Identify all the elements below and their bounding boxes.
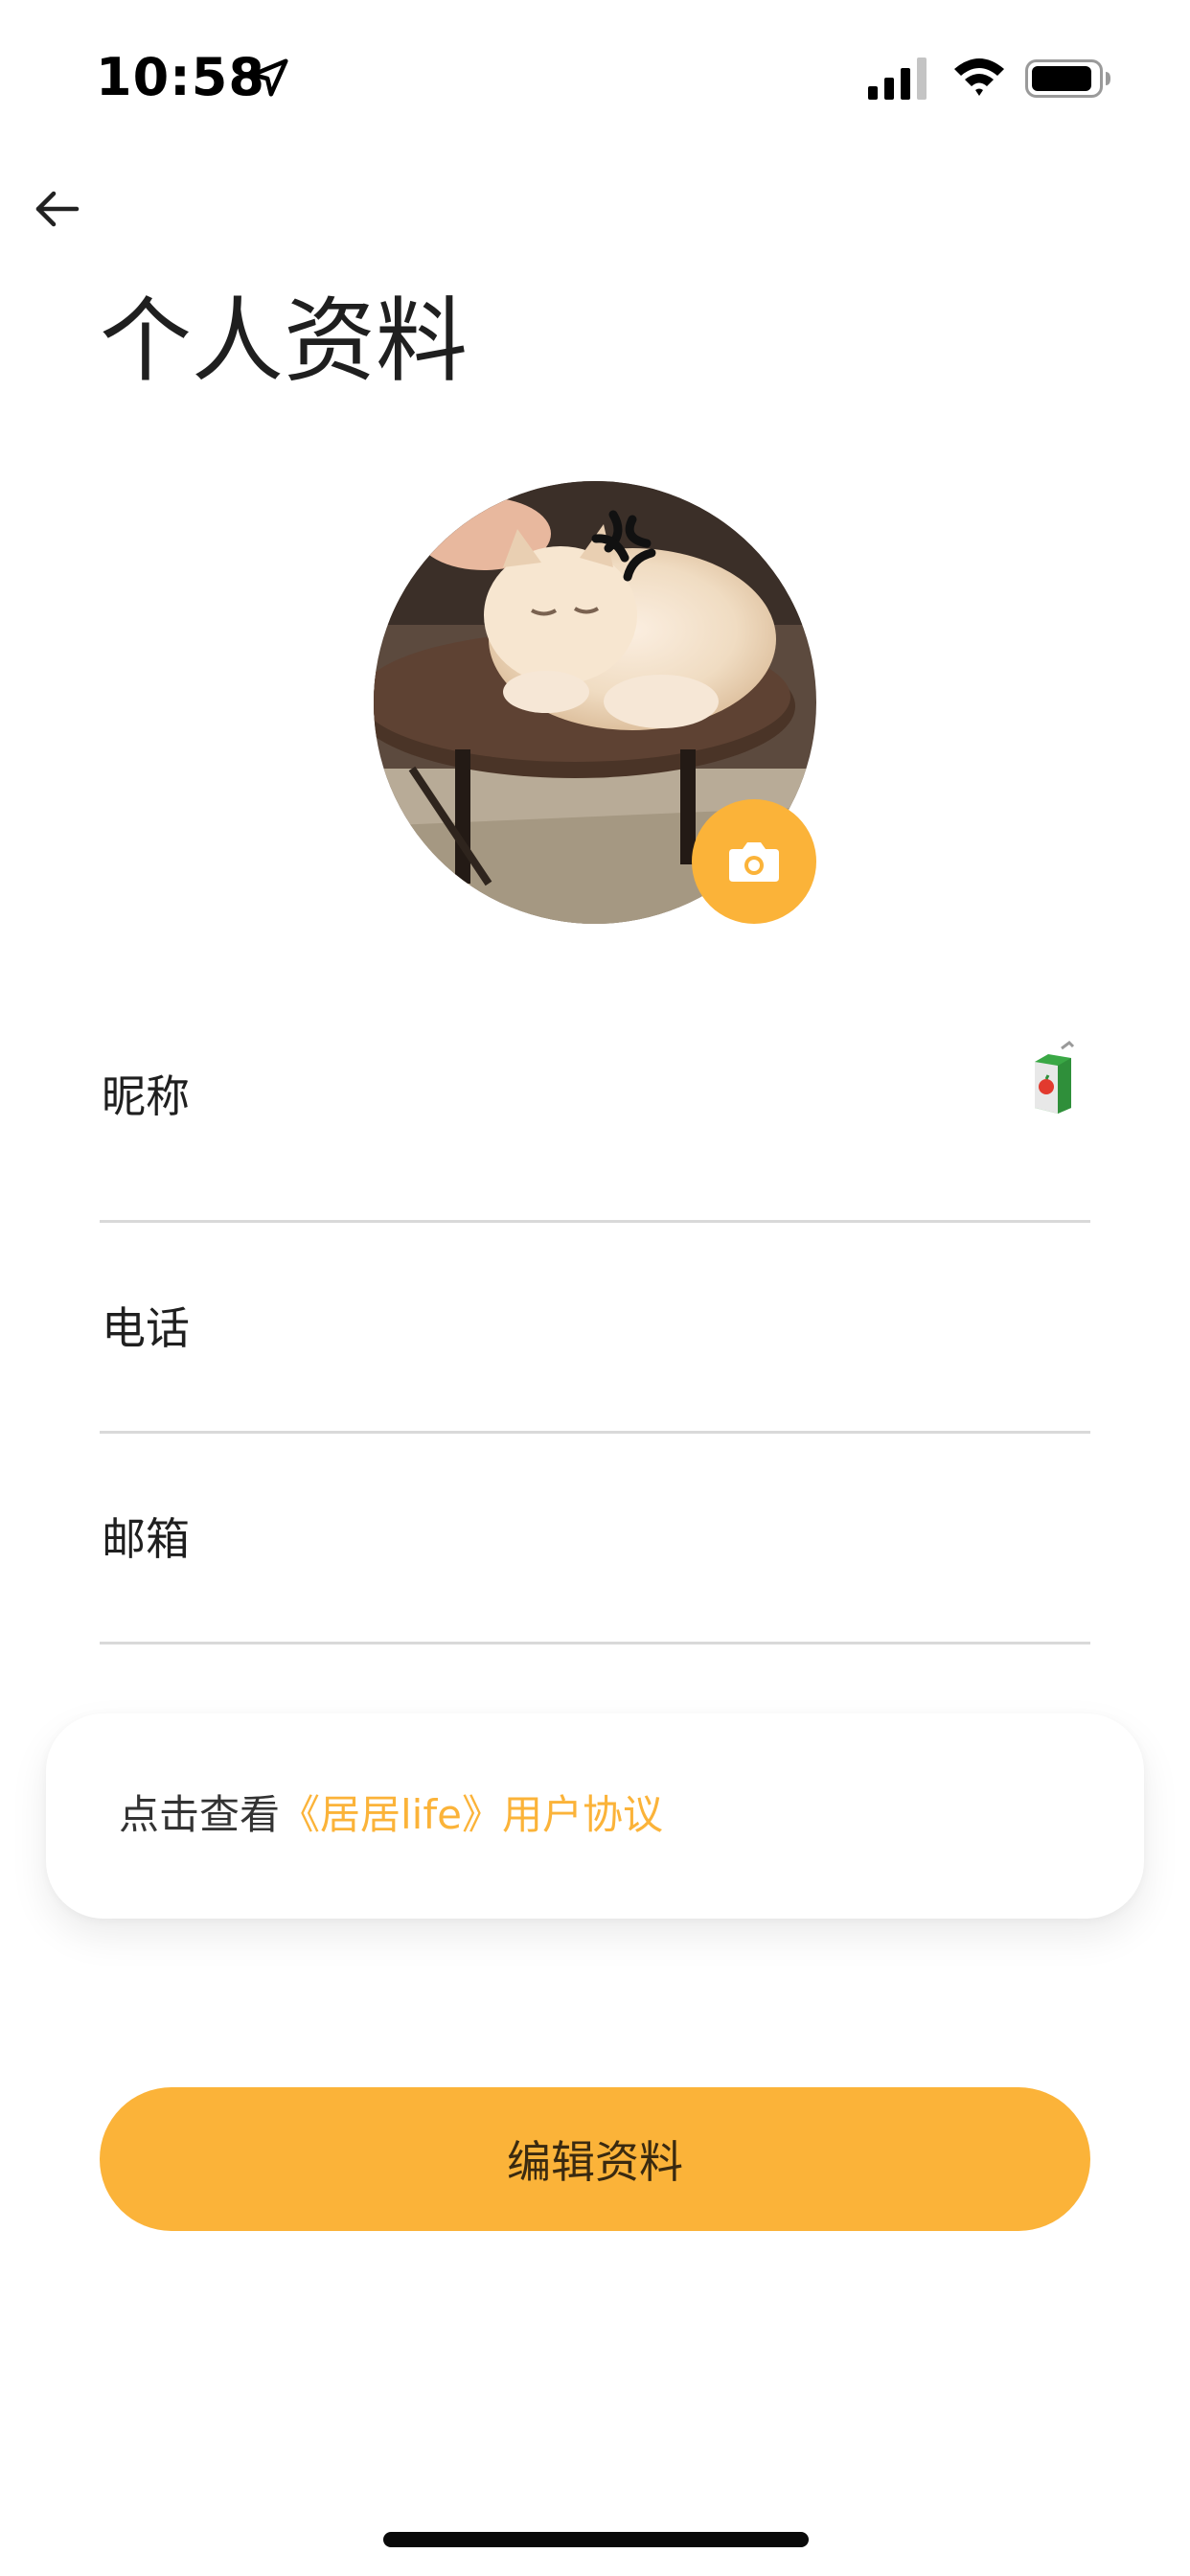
status-bar: 10:58 <box>0 0 1190 144</box>
arrow-left-icon <box>35 191 80 227</box>
phone-label: 电话 <box>102 1302 190 1354</box>
juice-box-emoji <box>1035 1041 1075 1114</box>
edit-profile-button[interactable]: 编辑资料 <box>100 2087 1090 2231</box>
nickname-label: 昵称 <box>102 1070 190 1122</box>
back-button[interactable] <box>29 180 86 238</box>
home-indicator <box>383 2532 809 2547</box>
location-arrow-icon <box>250 58 288 97</box>
cellular-signal-icon <box>868 58 927 100</box>
agreement-card: 点击查看《居居life》用户协议 <box>46 1714 1144 1919</box>
status-time: 10:58 <box>96 47 265 107</box>
email-label: 邮箱 <box>102 1513 190 1565</box>
wifi-icon <box>954 58 1004 96</box>
email-field[interactable]: 邮箱 <box>100 1434 1090 1644</box>
agreement-prefix: 点击查看 <box>119 1791 281 1838</box>
change-avatar-button[interactable] <box>692 799 816 924</box>
nickname-field[interactable]: 昵称 <box>100 1012 1090 1223</box>
phone-field[interactable]: 电话 <box>100 1223 1090 1434</box>
agreement-text: 点击查看《居居life》用户协议 <box>119 1786 663 1844</box>
battery-icon <box>1025 59 1110 98</box>
camera-icon <box>729 842 779 882</box>
user-agreement-link[interactable]: 《居居life》用户协议 <box>280 1791 663 1838</box>
page-title: 个人资料 <box>100 288 468 395</box>
